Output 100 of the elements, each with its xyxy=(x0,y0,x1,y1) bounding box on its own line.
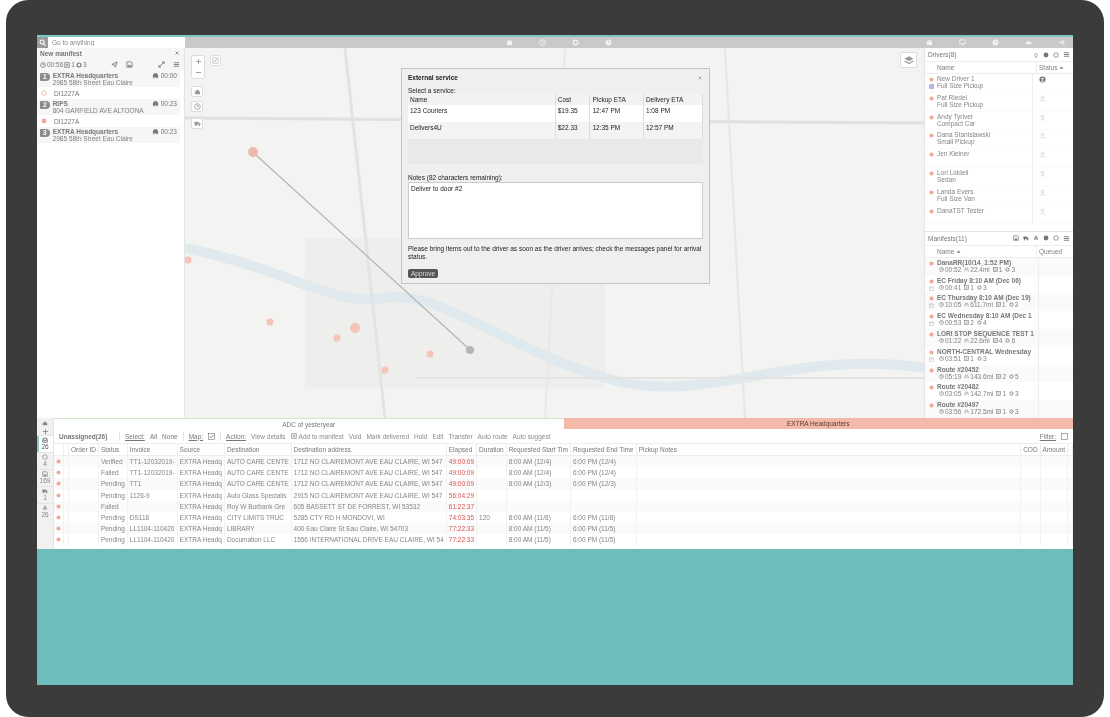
dot-icon xyxy=(928,114,934,120)
dot-icon xyxy=(928,77,934,82)
person-icon xyxy=(1039,188,1046,196)
plus-icon xyxy=(194,58,202,65)
stops-icon xyxy=(976,355,982,361)
calendar-icon xyxy=(928,356,934,362)
order-marker[interactable] xyxy=(266,318,274,326)
minus-icon xyxy=(194,69,202,76)
stops-icon xyxy=(976,320,982,326)
dot-icon xyxy=(928,296,934,302)
search-icon xyxy=(39,39,46,46)
truck-button[interactable] xyxy=(191,118,203,129)
calendar-icon xyxy=(928,303,934,309)
dot-icon xyxy=(928,152,934,158)
clock-icon xyxy=(939,266,944,272)
status-dot-icon xyxy=(56,481,61,487)
car-icon xyxy=(151,72,159,79)
inbox-icon xyxy=(42,437,48,443)
dot-icon xyxy=(928,403,934,409)
orders-icon xyxy=(996,373,1002,379)
stops-icon xyxy=(1009,409,1015,415)
order-marker[interactable] xyxy=(381,366,389,374)
status-dot-icon xyxy=(56,515,61,521)
dot-icon xyxy=(928,260,934,266)
sort-icon xyxy=(956,248,962,254)
clock-icon xyxy=(939,373,944,379)
dot-icon xyxy=(928,133,934,139)
person-icon xyxy=(1039,151,1046,159)
stops-icon xyxy=(1008,302,1014,308)
calendar-icon xyxy=(928,285,934,291)
person-icon xyxy=(1039,132,1046,140)
dot-icon xyxy=(928,95,934,101)
person-icon xyxy=(1039,113,1046,121)
depot-marker[interactable] xyxy=(248,147,258,157)
layers-button[interactable] xyxy=(900,52,917,68)
dot-icon xyxy=(928,189,934,195)
orders-icon xyxy=(964,320,970,326)
status-dot-icon xyxy=(56,526,61,532)
road-icon xyxy=(964,391,970,397)
road-icon xyxy=(964,409,970,415)
clock-icon xyxy=(939,302,944,308)
stops-icon xyxy=(1009,391,1015,397)
status-dot-icon xyxy=(56,492,61,498)
road-icon xyxy=(964,266,970,272)
clock-icon xyxy=(939,338,944,343)
road-icon xyxy=(964,338,970,343)
road-icon xyxy=(964,302,970,308)
ring-icon xyxy=(41,90,47,96)
stops-icon xyxy=(976,284,982,290)
dot-icon xyxy=(928,314,934,320)
orders-icon xyxy=(992,266,998,272)
list-icon xyxy=(290,433,297,439)
road-icon xyxy=(964,373,970,379)
orders-icon xyxy=(996,391,1002,397)
car-icon xyxy=(151,100,159,107)
clock-icon xyxy=(939,284,944,290)
truck-icon xyxy=(193,120,201,127)
person-icon xyxy=(1039,207,1046,215)
stops-icon xyxy=(1005,266,1011,272)
stops-icon xyxy=(75,61,82,68)
stop-marker[interactable] xyxy=(466,346,474,354)
pencil-icon xyxy=(212,57,219,64)
sort-icon xyxy=(1059,65,1065,70)
order-marker[interactable] xyxy=(426,350,434,358)
clock-icon xyxy=(40,61,46,68)
home-icon xyxy=(193,88,201,95)
clock-icon xyxy=(193,103,201,110)
truck-icon xyxy=(42,488,48,494)
order-marker[interactable] xyxy=(350,323,360,333)
stops-icon xyxy=(1005,338,1011,343)
status-dot-icon xyxy=(56,470,61,476)
edit-button[interactable] xyxy=(210,55,221,66)
status-dot-icon xyxy=(56,537,61,543)
filter-checkbox-icon xyxy=(1061,432,1068,440)
dot-icon xyxy=(928,332,934,337)
map-checkbox-icon xyxy=(208,432,216,440)
dot-icon xyxy=(928,385,934,391)
user-online-icon xyxy=(1039,76,1046,83)
status-dot-icon xyxy=(56,503,61,509)
dot-icon xyxy=(928,349,934,355)
dot-icon xyxy=(928,171,934,176)
stops-icon xyxy=(1009,373,1015,379)
order-marker[interactable] xyxy=(185,256,192,264)
orders-icon xyxy=(964,284,970,290)
orders-icon xyxy=(64,61,71,68)
orders-icon xyxy=(992,338,998,343)
clock-icon xyxy=(939,320,944,326)
dot-icon xyxy=(928,367,934,373)
order-marker[interactable] xyxy=(333,334,341,342)
home-button[interactable] xyxy=(191,86,203,97)
calendar-icon xyxy=(928,321,934,327)
dot-icon xyxy=(928,278,934,284)
clock-icon xyxy=(939,409,944,415)
save-icon xyxy=(42,471,48,477)
status-dot-icon xyxy=(56,459,61,465)
dot-icon xyxy=(928,208,934,214)
person-icon xyxy=(1039,170,1046,177)
layers-icon xyxy=(903,55,914,65)
clock-button[interactable] xyxy=(191,101,203,112)
ring-icon xyxy=(42,454,48,460)
